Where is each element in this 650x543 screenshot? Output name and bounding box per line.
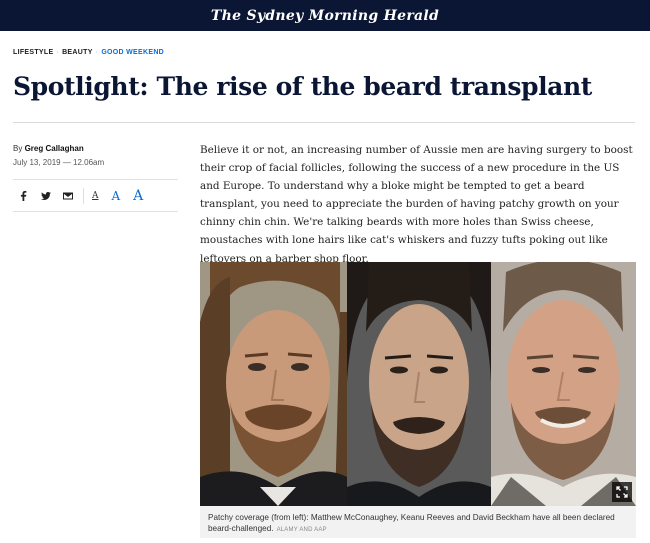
tag-separator: · <box>56 49 60 56</box>
font-size-large-button[interactable]: A <box>133 189 143 203</box>
expand-icon <box>616 486 628 498</box>
font-size-medium-button[interactable]: A <box>112 190 121 202</box>
image-caption: Patchy coverage (from left): Matthew McC… <box>200 506 636 538</box>
photo-panel-left <box>200 262 347 506</box>
headline-divider <box>13 122 635 123</box>
photo-panel-middle <box>347 262 491 506</box>
author-link[interactable]: Greg Callaghan <box>25 144 84 153</box>
font-size-small-button[interactable]: A <box>92 191 99 201</box>
facebook-icon <box>20 191 27 201</box>
photo-panel-right <box>491 262 636 506</box>
caption-text: Patchy coverage (from left): Matthew McC… <box>208 513 615 533</box>
article-body: Believe it or not, an increasing number … <box>200 144 633 265</box>
facebook-share-button[interactable] <box>13 185 35 207</box>
expand-image-button[interactable] <box>612 482 632 502</box>
byline: By Greg Callaghan <box>13 144 84 153</box>
email-share-button[interactable] <box>57 185 79 207</box>
article-image[interactable] <box>200 262 636 506</box>
tag-separator: · <box>95 49 99 56</box>
tag-beauty[interactable]: BEAUTY <box>62 49 93 56</box>
tag-good-weekend[interactable]: GOOD WEEKEND <box>101 49 164 56</box>
share-divider-top <box>13 179 178 180</box>
masthead: The Sydney Morning Herald <box>0 0 650 31</box>
share-toolbar: A A A <box>13 185 156 207</box>
byline-prefix: By <box>13 144 23 153</box>
publish-date: July 13, 2019 — 12.06am <box>13 158 105 167</box>
masthead-logo[interactable]: The Sydney Morning Herald <box>211 8 439 24</box>
image-credit: ALAMY AND AAP <box>276 527 327 533</box>
twitter-share-button[interactable] <box>35 185 57 207</box>
email-icon <box>63 192 73 200</box>
share-divider-bottom <box>13 211 178 212</box>
tag-lifestyle[interactable]: LIFESTYLE <box>13 49 53 56</box>
twitter-icon <box>41 192 51 200</box>
page-title: Spotlight: The rise of the beard transpl… <box>13 72 592 101</box>
share-separator <box>83 188 84 204</box>
breadcrumb-tags: LIFESTYLE · BEAUTY · GOOD WEEKEND <box>13 49 164 56</box>
